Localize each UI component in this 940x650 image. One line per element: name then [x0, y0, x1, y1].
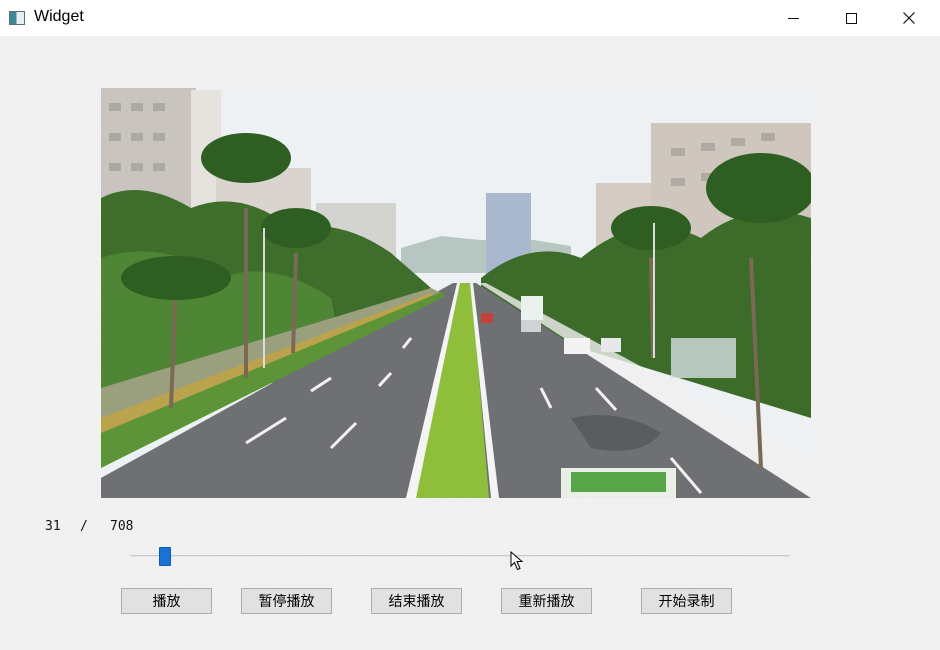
video-display [101, 88, 811, 498]
frame-separator: / [80, 519, 88, 534]
total-frames-label: 708 [110, 519, 134, 534]
mouse-cursor-icon [510, 551, 524, 571]
current-frame-label: 31 [45, 519, 61, 534]
replay-button[interactable]: 重新播放 [501, 588, 592, 614]
video-frame [101, 88, 811, 498]
minimize-button[interactable] [764, 0, 822, 36]
app-icon [9, 11, 25, 25]
title-bar[interactable]: Widget [0, 0, 940, 36]
close-icon [903, 12, 915, 24]
progress-slider-track[interactable] [130, 555, 790, 557]
stop-button[interactable]: 结束播放 [371, 588, 462, 614]
record-button[interactable]: 开始录制 [641, 588, 732, 614]
play-button[interactable]: 播放 [121, 588, 212, 614]
progress-slider-handle[interactable] [158, 547, 171, 566]
window-title: Widget [34, 8, 84, 25]
maximize-icon [845, 12, 857, 24]
close-button[interactable] [880, 0, 938, 36]
pause-button[interactable]: 暂停播放 [241, 588, 332, 614]
minimize-icon [787, 17, 799, 19]
maximize-button[interactable] [822, 0, 880, 36]
